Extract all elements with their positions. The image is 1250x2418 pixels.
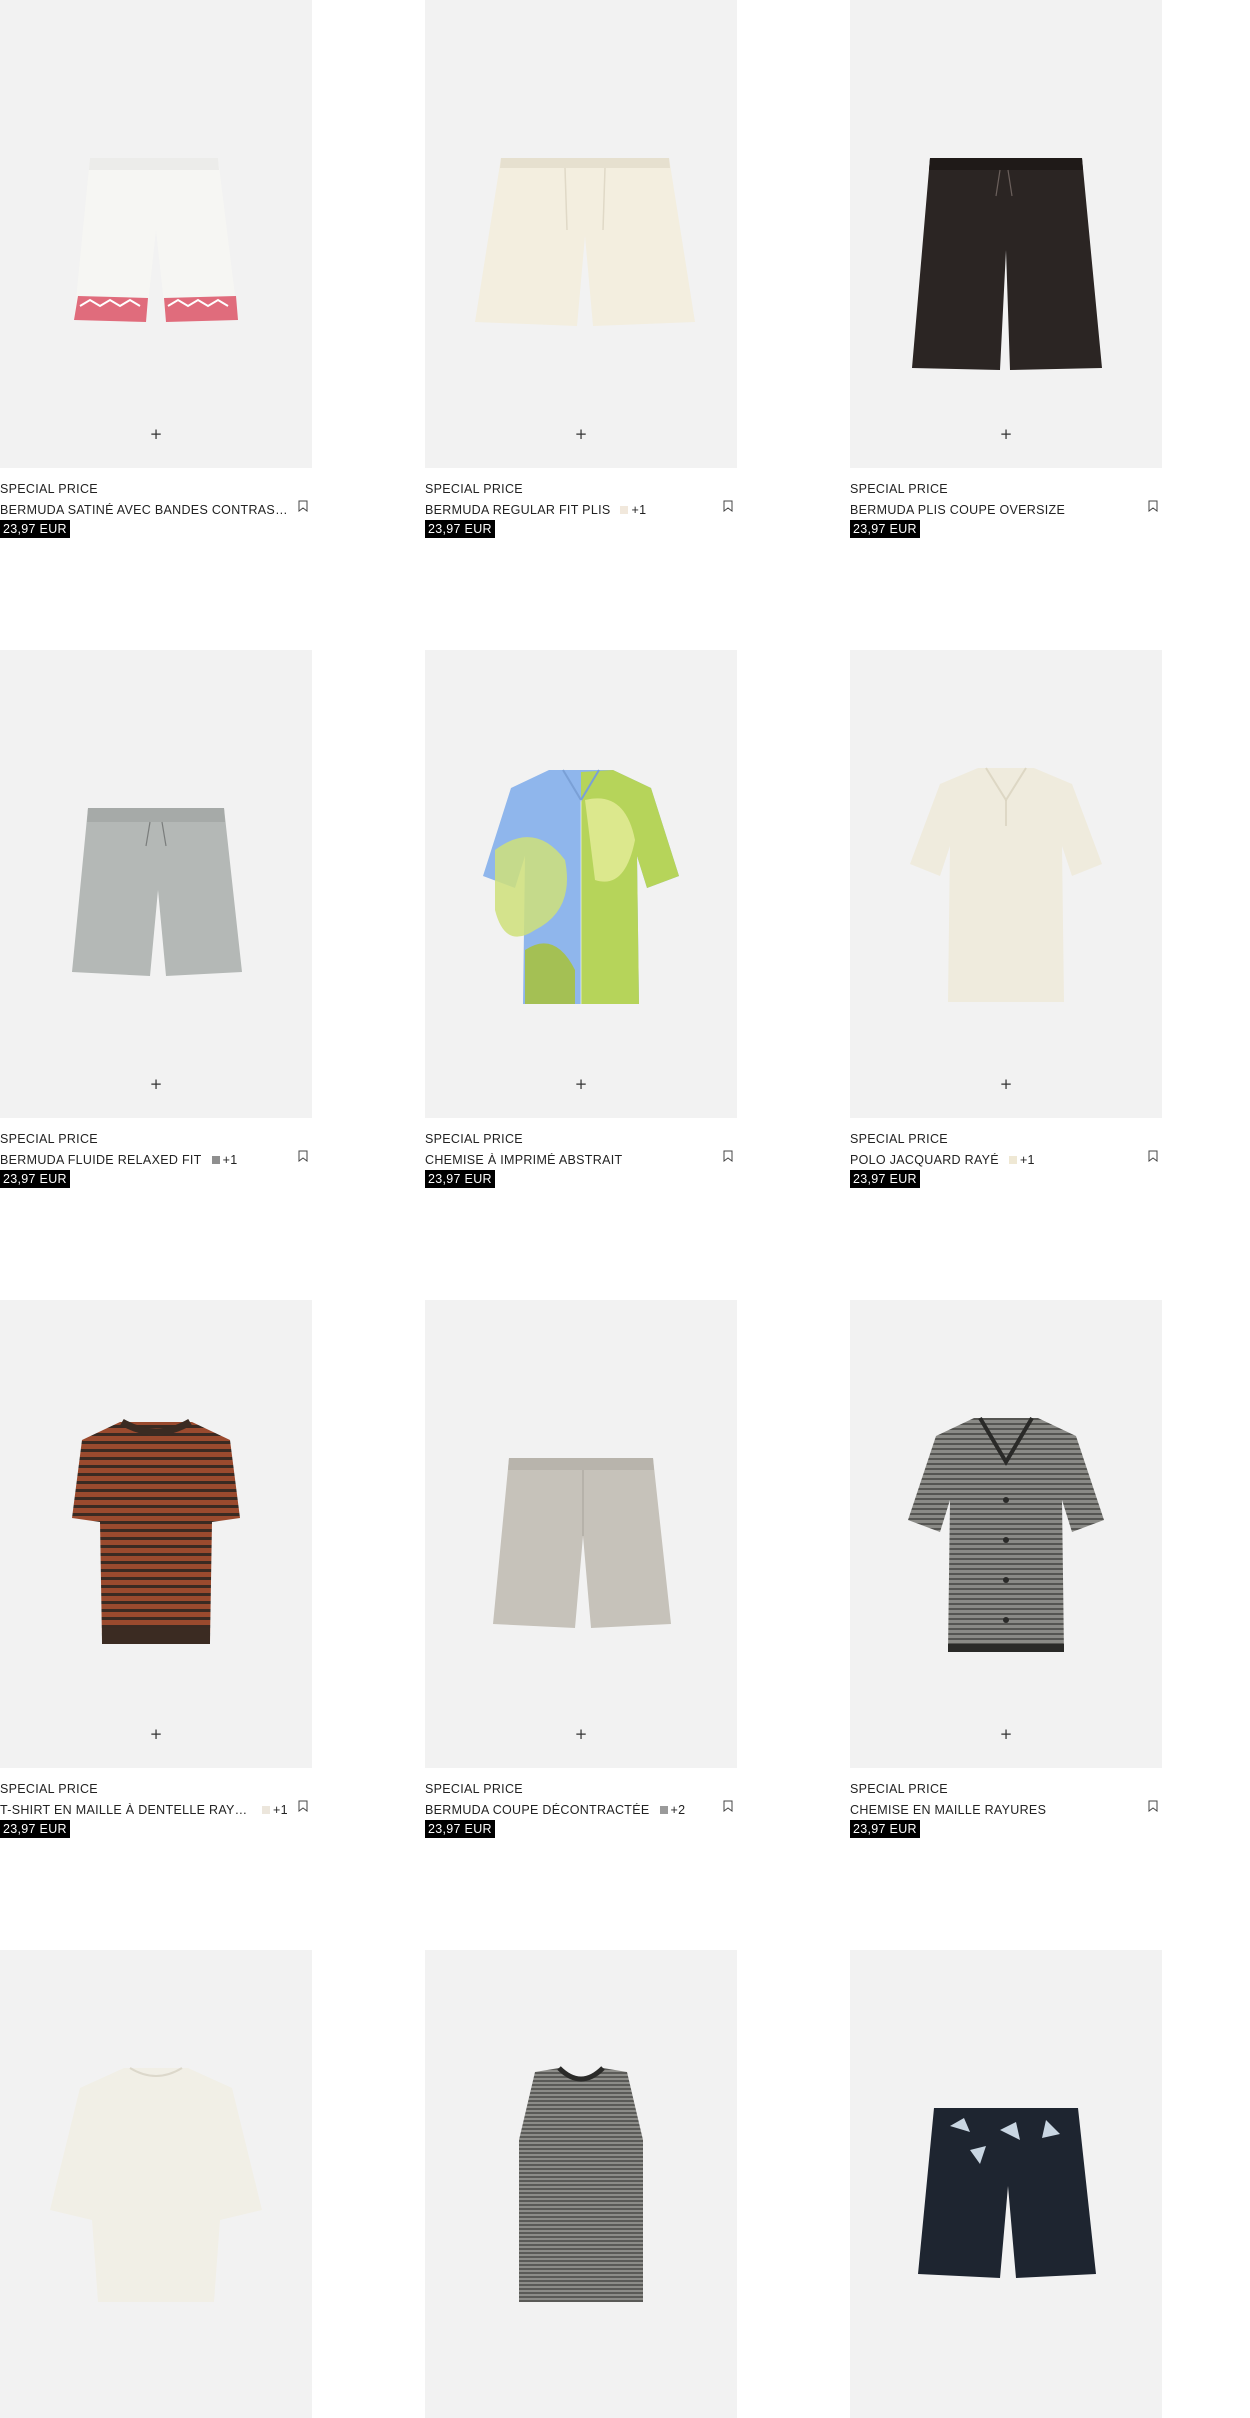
product-name[interactable]: T-SHIRT EN MAILLE À DENTELLE RAYURES — [0, 1803, 252, 1817]
plus-icon[interactable]: + — [571, 424, 591, 444]
color-swatch[interactable] — [262, 1805, 270, 1814]
shorts-beige-image — [493, 1458, 671, 1628]
color-swatch[interactable] — [1008, 1155, 1017, 1164]
plus-icon[interactable]: + — [571, 1074, 591, 1094]
product-image[interactable]: + — [425, 650, 737, 1118]
special-price-tag: SPECIAL PRICE — [850, 1132, 948, 1146]
bookmark-icon[interactable] — [298, 500, 308, 512]
product-name[interactable]: BERMUDA PLIS COUPE OVERSIZE — [850, 503, 1065, 517]
bookmark-icon[interactable] — [1148, 1150, 1158, 1162]
shorts-black-image — [912, 158, 1102, 370]
product-image[interactable]: + — [425, 0, 737, 468]
product-price: 23,97 EUR — [425, 1820, 495, 1838]
product-card[interactable]: + SPECIAL PRICE T-SHIRT EN MAILLE À DENT… — [0, 1300, 312, 1838]
product-card[interactable]: + SPECIAL PRICE BERMUDA SATINÉ AVEC BAND… — [0, 0, 312, 538]
product-card[interactable]: + SPECIAL PRICE BERMUDA PLIS COUPE OVERS… — [850, 0, 1162, 538]
product-card[interactable]: + SPECIAL PRICE CHEMISE EN MAILLE RAYURE… — [850, 1300, 1162, 1838]
product-card[interactable] — [850, 1950, 1162, 2418]
special-price-tag: SPECIAL PRICE — [850, 482, 948, 496]
bookmark-icon[interactable] — [723, 500, 733, 512]
product-name[interactable]: BERMUDA COUPE DÉCONTRACTÉE — [425, 1803, 650, 1817]
shorts-grey-image — [72, 808, 242, 976]
bookmark-icon[interactable] — [298, 1800, 308, 1812]
plus-icon[interactable]: + — [146, 424, 166, 444]
product-image[interactable]: + — [0, 650, 312, 1118]
plus-icon[interactable]: + — [146, 1074, 166, 1094]
shorts-cream-image — [475, 158, 695, 326]
product-price: 23,97 EUR — [0, 1820, 70, 1838]
product-image[interactable] — [425, 1950, 737, 2418]
product-price: 23,97 EUR — [850, 520, 920, 538]
product-price: 23,97 EUR — [0, 520, 70, 538]
bookmark-icon[interactable] — [1148, 500, 1158, 512]
plus-icon[interactable]: + — [146, 1724, 166, 1744]
product-price: 23,97 EUR — [425, 520, 495, 538]
product-name[interactable]: BERMUDA REGULAR FIT PLIS — [425, 503, 610, 517]
product-image[interactable] — [0, 1950, 312, 2418]
product-name[interactable]: BERMUDA SATINÉ AVEC BANDES CONTRASTÉES — [0, 503, 290, 517]
bookmark-icon[interactable] — [723, 1800, 733, 1812]
shirt-abstract-print-image — [483, 769, 679, 1004]
plus-icon[interactable]: + — [996, 1074, 1016, 1094]
color-swatch[interactable] — [659, 1805, 668, 1814]
sweater-cream-image — [50, 2067, 262, 2302]
shorts-white-image — [74, 158, 238, 322]
product-name[interactable]: CHEMISE À IMPRIMÉ ABSTRAIT — [425, 1153, 622, 1167]
more-colors[interactable]: +1 — [1020, 1153, 1035, 1167]
product-card[interactable] — [425, 1950, 737, 2418]
product-price: 23,97 EUR — [425, 1170, 495, 1188]
product-card[interactable]: + SPECIAL PRICE POLO JACQUARD RAYÉ +1 23… — [850, 650, 1162, 1188]
tshirt-striped-image — [72, 1418, 240, 1644]
special-price-tag: SPECIAL PRICE — [0, 482, 98, 496]
special-price-tag: SPECIAL PRICE — [425, 1132, 523, 1146]
product-card[interactable]: + SPECIAL PRICE CHEMISE À IMPRIMÉ ABSTRA… — [425, 650, 737, 1188]
more-colors[interactable]: +1 — [223, 1153, 238, 1167]
product-image[interactable]: + — [850, 650, 1162, 1118]
more-colors[interactable]: +1 — [273, 1803, 288, 1817]
product-image[interactable]: + — [425, 1300, 737, 1768]
product-card[interactable]: + SPECIAL PRICE BERMUDA FLUIDE RELAXED F… — [0, 650, 312, 1188]
product-image[interactable]: + — [0, 1300, 312, 1768]
product-name[interactable]: BERMUDA FLUIDE RELAXED FIT — [0, 1153, 202, 1167]
product-price: 23,97 EUR — [850, 1820, 920, 1838]
color-swatch[interactable] — [620, 505, 629, 514]
bookmark-icon[interactable] — [723, 1150, 733, 1162]
plus-icon[interactable]: + — [996, 424, 1016, 444]
more-colors[interactable]: +2 — [671, 1803, 686, 1817]
special-price-tag: SPECIAL PRICE — [425, 1782, 523, 1796]
plus-icon[interactable]: + — [571, 1724, 591, 1744]
plus-icon[interactable]: + — [996, 1724, 1016, 1744]
more-colors[interactable]: +1 — [631, 503, 646, 517]
product-card[interactable]: + SPECIAL PRICE BERMUDA COUPE DÉCONTRACT… — [425, 1300, 737, 1838]
bookmark-icon[interactable] — [298, 1150, 308, 1162]
special-price-tag: SPECIAL PRICE — [425, 482, 523, 496]
product-image[interactable]: + — [850, 0, 1162, 468]
special-price-tag: SPECIAL PRICE — [850, 1782, 948, 1796]
special-price-tag: SPECIAL PRICE — [0, 1132, 98, 1146]
product-image[interactable] — [850, 1950, 1162, 2418]
special-price-tag: SPECIAL PRICE — [0, 1782, 98, 1796]
polo-cream-image — [910, 767, 1102, 1002]
shirt-knit-striped-image — [908, 1416, 1104, 1652]
shorts-print-image — [918, 2108, 1096, 2278]
product-image[interactable]: + — [0, 0, 312, 468]
bookmark-icon[interactable] — [1148, 1800, 1158, 1812]
product-price: 23,97 EUR — [850, 1170, 920, 1188]
product-name[interactable]: CHEMISE EN MAILLE RAYURES — [850, 1803, 1046, 1817]
product-card[interactable] — [0, 1950, 312, 2418]
color-swatch[interactable] — [211, 1155, 220, 1164]
product-card[interactable]: + SPECIAL PRICE BERMUDA REGULAR FIT PLIS… — [425, 0, 737, 538]
product-image[interactable]: + — [850, 1300, 1162, 1768]
tank-knit-image — [519, 2066, 643, 2302]
product-name[interactable]: POLO JACQUARD RAYÉ — [850, 1153, 999, 1167]
product-price: 23,97 EUR — [0, 1170, 70, 1188]
